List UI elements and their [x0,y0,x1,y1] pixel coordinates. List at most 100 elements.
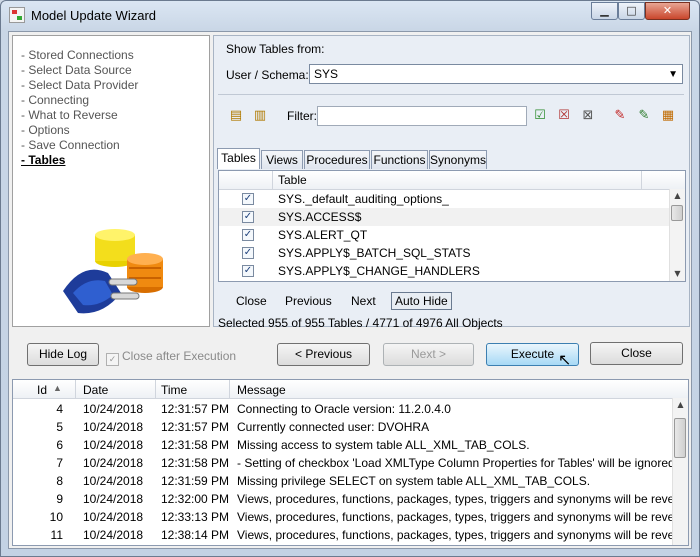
log-row[interactable]: 7 10/24/2018 12:31:58 PM - Setting of chec… [13,453,673,471]
scroll-up-icon[interactable]: ▲ [673,398,688,412]
wizard-client: - Stored Connections - Select Data Source… [8,31,692,549]
next-button[interactable]: Next > [383,343,474,366]
tables-panel: Show Tables from: User / Schema: SYS ▼ ▤… [213,35,690,330]
log-date: 10/24/2018 [83,402,144,416]
invert-selection-icon[interactable]: ⊠ [580,108,596,124]
log-row[interactable]: 11 10/24/2018 12:38:14 PM Views, procedures… [13,525,673,543]
log-header: Id ▲ Date Time Message [13,380,688,399]
scroll-thumb[interactable] [674,418,686,458]
log-id: 8 [56,474,63,488]
expand-all-icon[interactable]: ▤ [228,108,244,124]
table-name: SYS._default_auditing_options_ [278,192,449,206]
column-header-date[interactable]: Date [83,383,108,397]
table-row[interactable]: ✓ SYS.APPLY$_CHANGE_HANDLERS [219,262,671,280]
wizard-step[interactable]: - Connecting [21,93,89,107]
log-message: Views, procedures, functions, packages, … [237,492,673,506]
log-message: Missing access to system table ALL_XML_T… [237,438,530,452]
grid-next-button[interactable]: Next [351,294,376,308]
grid-header: Table [219,171,685,190]
mark-red-icon[interactable]: ✎ [612,108,628,124]
schema-select[interactable]: SYS ▼ [309,64,683,84]
schema-label: User / Schema: [226,68,309,82]
log-time: 12:33:13 PM [161,510,230,524]
close-window-button[interactable]: ✕ [645,2,690,20]
previous-button[interactable]: < Previous [277,343,370,366]
tab-procedures[interactable]: Procedures [304,150,370,169]
divider [218,94,684,95]
log-id: 6 [56,438,63,452]
log-date: 10/24/2018 [83,510,144,524]
column-header-message[interactable]: Message [237,383,286,397]
uncheck-all-icon[interactable]: ☒ [556,108,572,124]
close-after-execution-checkbox[interactable]: ✓ Close after Execution [106,349,236,366]
table-row-checkbox[interactable]: ✓ [242,193,254,205]
tab-synonyms[interactable]: Synonyms [429,150,487,169]
scroll-up-icon[interactable]: ▲ [670,189,685,203]
log-message: Connecting to Oracle version: 11.2.0.4.0 [237,402,451,416]
table-row-checkbox[interactable]: ✓ [242,211,254,223]
minimize-button[interactable]: ▁ [591,2,618,20]
chevron-down-icon: ▼ [668,69,678,80]
mark-grid-icon[interactable]: ▦ [660,108,676,124]
wizard-step[interactable]: - What to Reverse [21,108,118,122]
mark-green-icon[interactable]: ✎ [636,108,652,124]
grid-scrollbar[interactable]: ▲ ▼ [669,189,685,281]
table-row-checkbox[interactable]: ✓ [242,247,254,259]
show-tables-label: Show Tables from: [226,42,325,56]
tab-functions[interactable]: Functions [371,150,428,169]
table-row-checkbox[interactable]: ✓ [242,265,254,277]
table-row[interactable]: ✓ SYS.APPLY$_BATCH_SQL_STATS [219,244,671,262]
sort-ascending-icon: ▲ [53,383,62,393]
check-all-icon[interactable]: ☑ [532,108,548,124]
hide-log-button[interactable]: Hide Log [27,343,99,366]
scroll-thumb[interactable] [671,205,683,221]
log-id: 10 [49,510,63,524]
log-date: 10/24/2018 [83,420,144,434]
log-row[interactable]: 4 10/24/2018 12:31:57 PM Connecting to Orac… [13,399,673,417]
table-row[interactable]: ✓ SYS.ALERT_QT [219,226,671,244]
log-time: 12:31:58 PM [161,456,230,470]
filter-input[interactable] [317,106,527,126]
tab-views[interactable]: Views [261,150,303,169]
log-row[interactable]: 5 10/24/2018 12:31:57 PM Currently connecte… [13,417,673,435]
grid-previous-button[interactable]: Previous [285,294,332,308]
log-time: 12:32:00 PM [161,492,230,506]
log-time: 12:38:14 PM [161,528,230,542]
close-button[interactable]: Close [590,342,683,365]
wizard-step[interactable]: - Save Connection [21,138,120,152]
log-row[interactable]: 9 10/24/2018 12:32:00 PM Views, procedures,… [13,489,673,507]
tab-tables[interactable]: Tables [217,148,260,169]
wizard-step[interactable]: - Select Data Provider [21,78,138,92]
mouse-pointer-icon: ↖ [558,350,572,369]
grid-close-button[interactable]: Close [236,294,267,308]
maximize-button[interactable]: □ [618,2,645,20]
wizard-step[interactable]: - Select Data Source [21,63,132,77]
log-date: 10/24/2018 [83,456,144,470]
scroll-down-icon[interactable]: ▼ [670,267,685,281]
close-after-execution-label: Close after Execution [122,349,237,363]
log-id: 7 [56,456,63,470]
table-row-checkbox[interactable]: ✓ [242,229,254,241]
database-plug-illustration [63,229,163,314]
wizard-step[interactable]: - Options [21,123,70,137]
log-row[interactable]: 6 10/24/2018 12:31:58 PM Missing access to … [13,435,673,453]
table-row[interactable]: ✓ SYS._default_auditing_options_ [219,190,671,208]
app-icon [9,7,25,23]
wizard-step[interactable]: - Stored Connections [21,48,134,62]
checkbox-check-icon: ✓ [106,353,119,366]
log-row[interactable]: 10 10/24/2018 12:33:13 PM Views, procedures… [13,507,673,525]
wizard-step[interactable]: - Tables [21,153,65,167]
column-header-id[interactable]: Id [37,383,47,397]
table-row[interactable]: ✓ SYS.ACCESS$ [219,208,671,226]
window-title: Model Update Wizard [31,8,156,23]
log-time: 12:31:58 PM [161,438,230,452]
wizard-steps-panel: - Stored Connections - Select Data Source… [12,35,210,327]
table-name: SYS.ACCESS$ [278,210,362,224]
log-date: 10/24/2018 [83,528,144,542]
collapse-all-icon[interactable]: ▥ [252,108,268,124]
auto-hide-button[interactable]: Auto Hide [391,292,452,310]
log-scrollbar[interactable]: ▲ [672,398,688,545]
column-header-time[interactable]: Time [161,383,187,397]
log-row[interactable]: 8 10/24/2018 12:31:59 PM Missing privilege … [13,471,673,489]
column-header-table[interactable]: Table [278,173,307,187]
